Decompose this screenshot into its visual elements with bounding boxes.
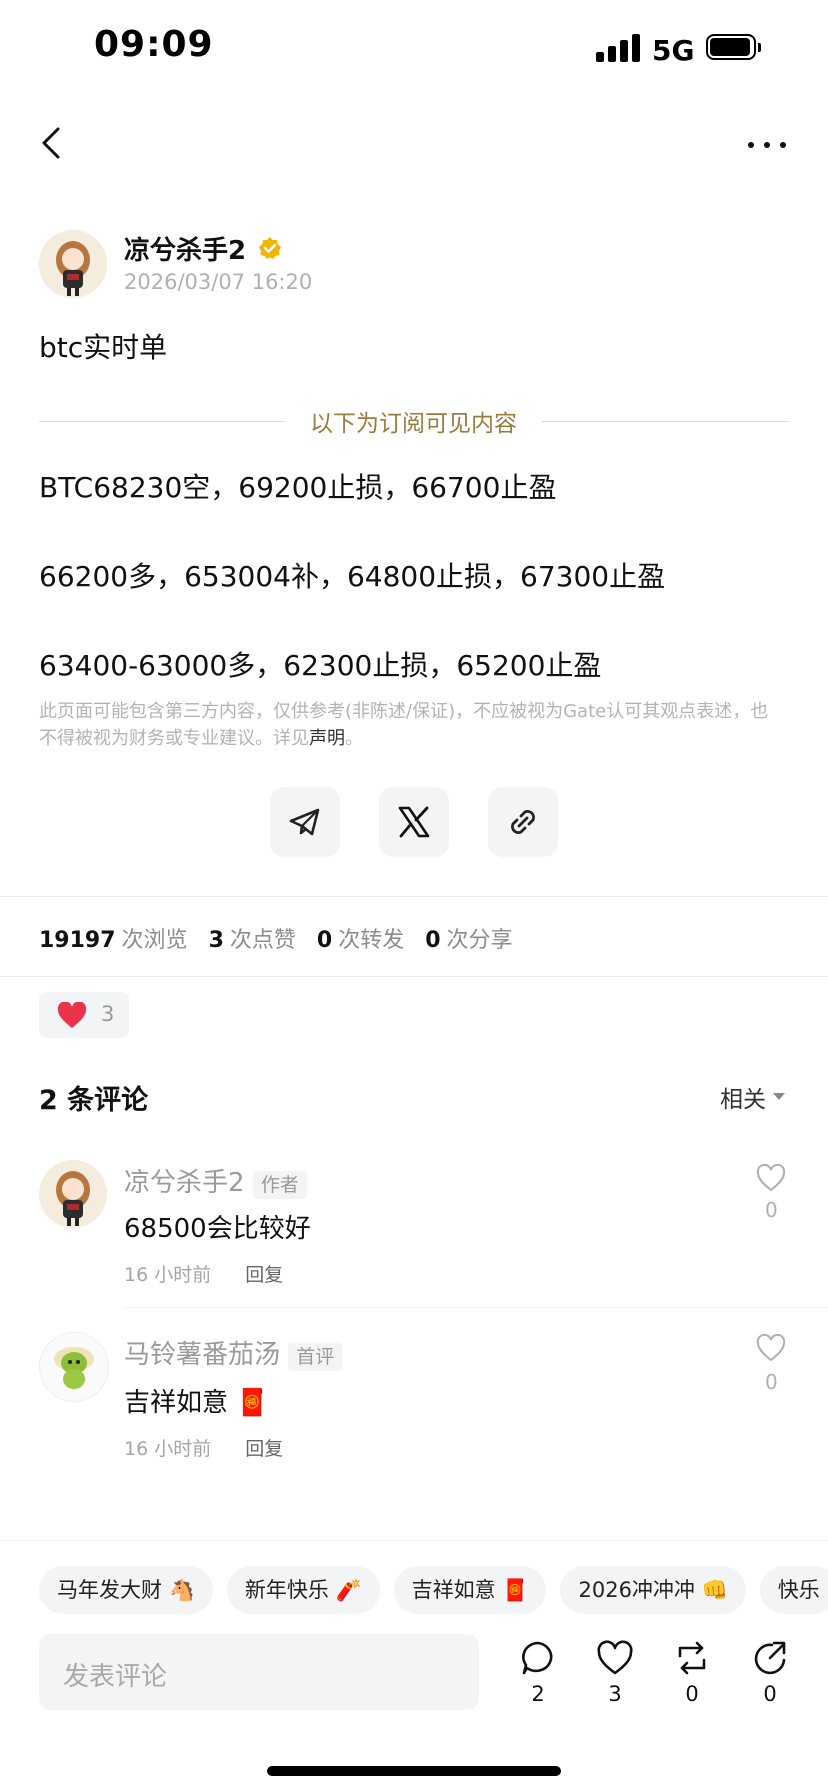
comment-meta: 16 小时前 回复 bbox=[124, 1260, 283, 1287]
comment-author[interactable]: 凉兮杀手2 作者 bbox=[124, 1162, 307, 1199]
heart-reaction-button[interactable]: 3 bbox=[39, 992, 129, 1038]
reposts-label: 次转发 bbox=[338, 928, 405, 953]
comment-count: 2 bbox=[531, 1682, 545, 1706]
post-body-line: BTC68230空，69200止损，66700止盈 bbox=[39, 471, 557, 504]
comment-like-icon[interactable] bbox=[756, 1334, 786, 1362]
post-body-line: 63400-63000多，62300止损，65200止盈 bbox=[39, 649, 602, 682]
more-icon[interactable] bbox=[748, 142, 788, 150]
home-indicator[interactable] bbox=[267, 1766, 561, 1776]
quick-reply-chip[interactable]: 吉祥如意 🧧 bbox=[393, 1566, 547, 1614]
share-x-button[interactable] bbox=[379, 787, 449, 857]
post-stats: 19197 次浏览 3 次点赞 0 次转发 0 次分享 bbox=[39, 922, 527, 954]
telegram-icon bbox=[289, 808, 320, 836]
comment-text: 68500会比较好 bbox=[124, 1214, 311, 1244]
comment-author[interactable]: 马铃薯番茄汤 首评 bbox=[124, 1334, 343, 1371]
divider-left bbox=[39, 421, 285, 422]
likes-count: 3 bbox=[208, 928, 224, 953]
share-icon[interactable] bbox=[750, 1638, 790, 1678]
like-icon[interactable] bbox=[595, 1638, 635, 1678]
disclaimer: 此页面可能包含第三方内容，仅供参考(非陈述/保证)，不应被视为Gate认可其观点… bbox=[39, 698, 779, 752]
shares-label: 次分享 bbox=[446, 928, 513, 953]
disclaimer-end: 。 bbox=[345, 728, 363, 749]
comment-author-name[interactable]: 凉兮杀手2 bbox=[124, 1168, 245, 1198]
disclaimer-text: 此页面可能包含第三方内容，仅供参考(非陈述/保证)，不应被视为Gate认可其观点… bbox=[39, 701, 769, 749]
verified-icon bbox=[259, 237, 281, 259]
section-divider bbox=[0, 896, 828, 897]
views-label: 次浏览 bbox=[121, 928, 188, 953]
chevron-down-icon[interactable] bbox=[773, 1093, 785, 1100]
comment-time: 16 小时前 bbox=[124, 1264, 212, 1286]
comment-like-count: 0 bbox=[765, 1370, 778, 1394]
comment-divider bbox=[124, 1307, 828, 1308]
comment-avatar[interactable] bbox=[39, 1160, 107, 1228]
author-avatar[interactable] bbox=[39, 230, 107, 298]
post-timestamp: 2026/03/07 16:20 bbox=[124, 270, 313, 294]
section-divider bbox=[0, 976, 828, 977]
comment-time: 16 小时前 bbox=[124, 1438, 212, 1460]
reply-button[interactable]: 回复 bbox=[245, 1264, 283, 1286]
comments-title: 2 条评论 bbox=[39, 1085, 149, 1116]
signal-icon bbox=[596, 34, 640, 62]
quick-reply-chip[interactable]: 新年快乐 🧨 bbox=[226, 1566, 380, 1614]
comment-icon[interactable] bbox=[518, 1638, 558, 1678]
comment-like-icon[interactable] bbox=[756, 1164, 786, 1192]
divider-right bbox=[542, 421, 789, 422]
back-arrow-icon[interactable] bbox=[38, 126, 66, 160]
comment-like-count: 0 bbox=[765, 1198, 778, 1222]
reply-button[interactable]: 回复 bbox=[245, 1438, 283, 1460]
comment-avatar[interactable] bbox=[39, 1332, 109, 1402]
quick-reply-chip[interactable]: 马年发大财 🐴 bbox=[39, 1566, 213, 1614]
like-count: 3 bbox=[608, 1682, 622, 1706]
comment-input[interactable]: 发表评论 bbox=[39, 1634, 479, 1710]
first-comment-tag: 首评 bbox=[288, 1343, 343, 1371]
sort-dropdown[interactable]: 相关 bbox=[720, 1080, 766, 1114]
post-title: btc实时单 bbox=[39, 331, 168, 364]
repost-icon[interactable] bbox=[672, 1638, 712, 1678]
author-tag: 作者 bbox=[252, 1171, 307, 1199]
comment-text: 吉祥如意 🧧 bbox=[124, 1388, 269, 1418]
disclaimer-link[interactable]: 声明 bbox=[309, 728, 345, 749]
link-icon bbox=[511, 810, 535, 834]
quick-reply-chip[interactable]: 2026冲冲冲 👊 bbox=[560, 1566, 746, 1614]
quick-reply-chips: 马年发大财 🐴 新年快乐 🧨 吉祥如意 🧧 2026冲冲冲 👊 快乐 bbox=[39, 1566, 828, 1614]
heart-icon bbox=[57, 1002, 87, 1028]
network-label: 5G bbox=[652, 34, 695, 67]
comment-meta: 16 小时前 回复 bbox=[124, 1434, 283, 1461]
shares-count: 0 bbox=[425, 928, 441, 953]
likes-label: 次点赞 bbox=[229, 928, 296, 953]
share-count: 0 bbox=[763, 1682, 777, 1706]
repost-count: 0 bbox=[685, 1682, 699, 1706]
views-count: 19197 bbox=[39, 928, 116, 953]
bottom-divider bbox=[0, 1540, 828, 1541]
comment-input-placeholder: 发表评论 bbox=[63, 1662, 168, 1692]
heart-reaction-count: 3 bbox=[101, 1002, 115, 1026]
battery-icon bbox=[706, 34, 761, 62]
status-time: 09:09 bbox=[94, 24, 214, 65]
author-name[interactable]: 凉兮杀手2 bbox=[124, 230, 246, 267]
quick-reply-chip[interactable]: 快乐 bbox=[759, 1566, 828, 1614]
x-icon bbox=[398, 806, 430, 838]
post-body-line: 66200多，653004补，64800止损，67300止盈 bbox=[39, 560, 666, 593]
reposts-count: 0 bbox=[316, 928, 333, 953]
share-telegram-button[interactable] bbox=[270, 787, 340, 857]
copy-link-button[interactable] bbox=[488, 787, 558, 857]
comment-author-name[interactable]: 马铃薯番茄汤 bbox=[124, 1340, 280, 1370]
subscriber-content-label: 以下为订阅可见内容 bbox=[310, 411, 517, 437]
